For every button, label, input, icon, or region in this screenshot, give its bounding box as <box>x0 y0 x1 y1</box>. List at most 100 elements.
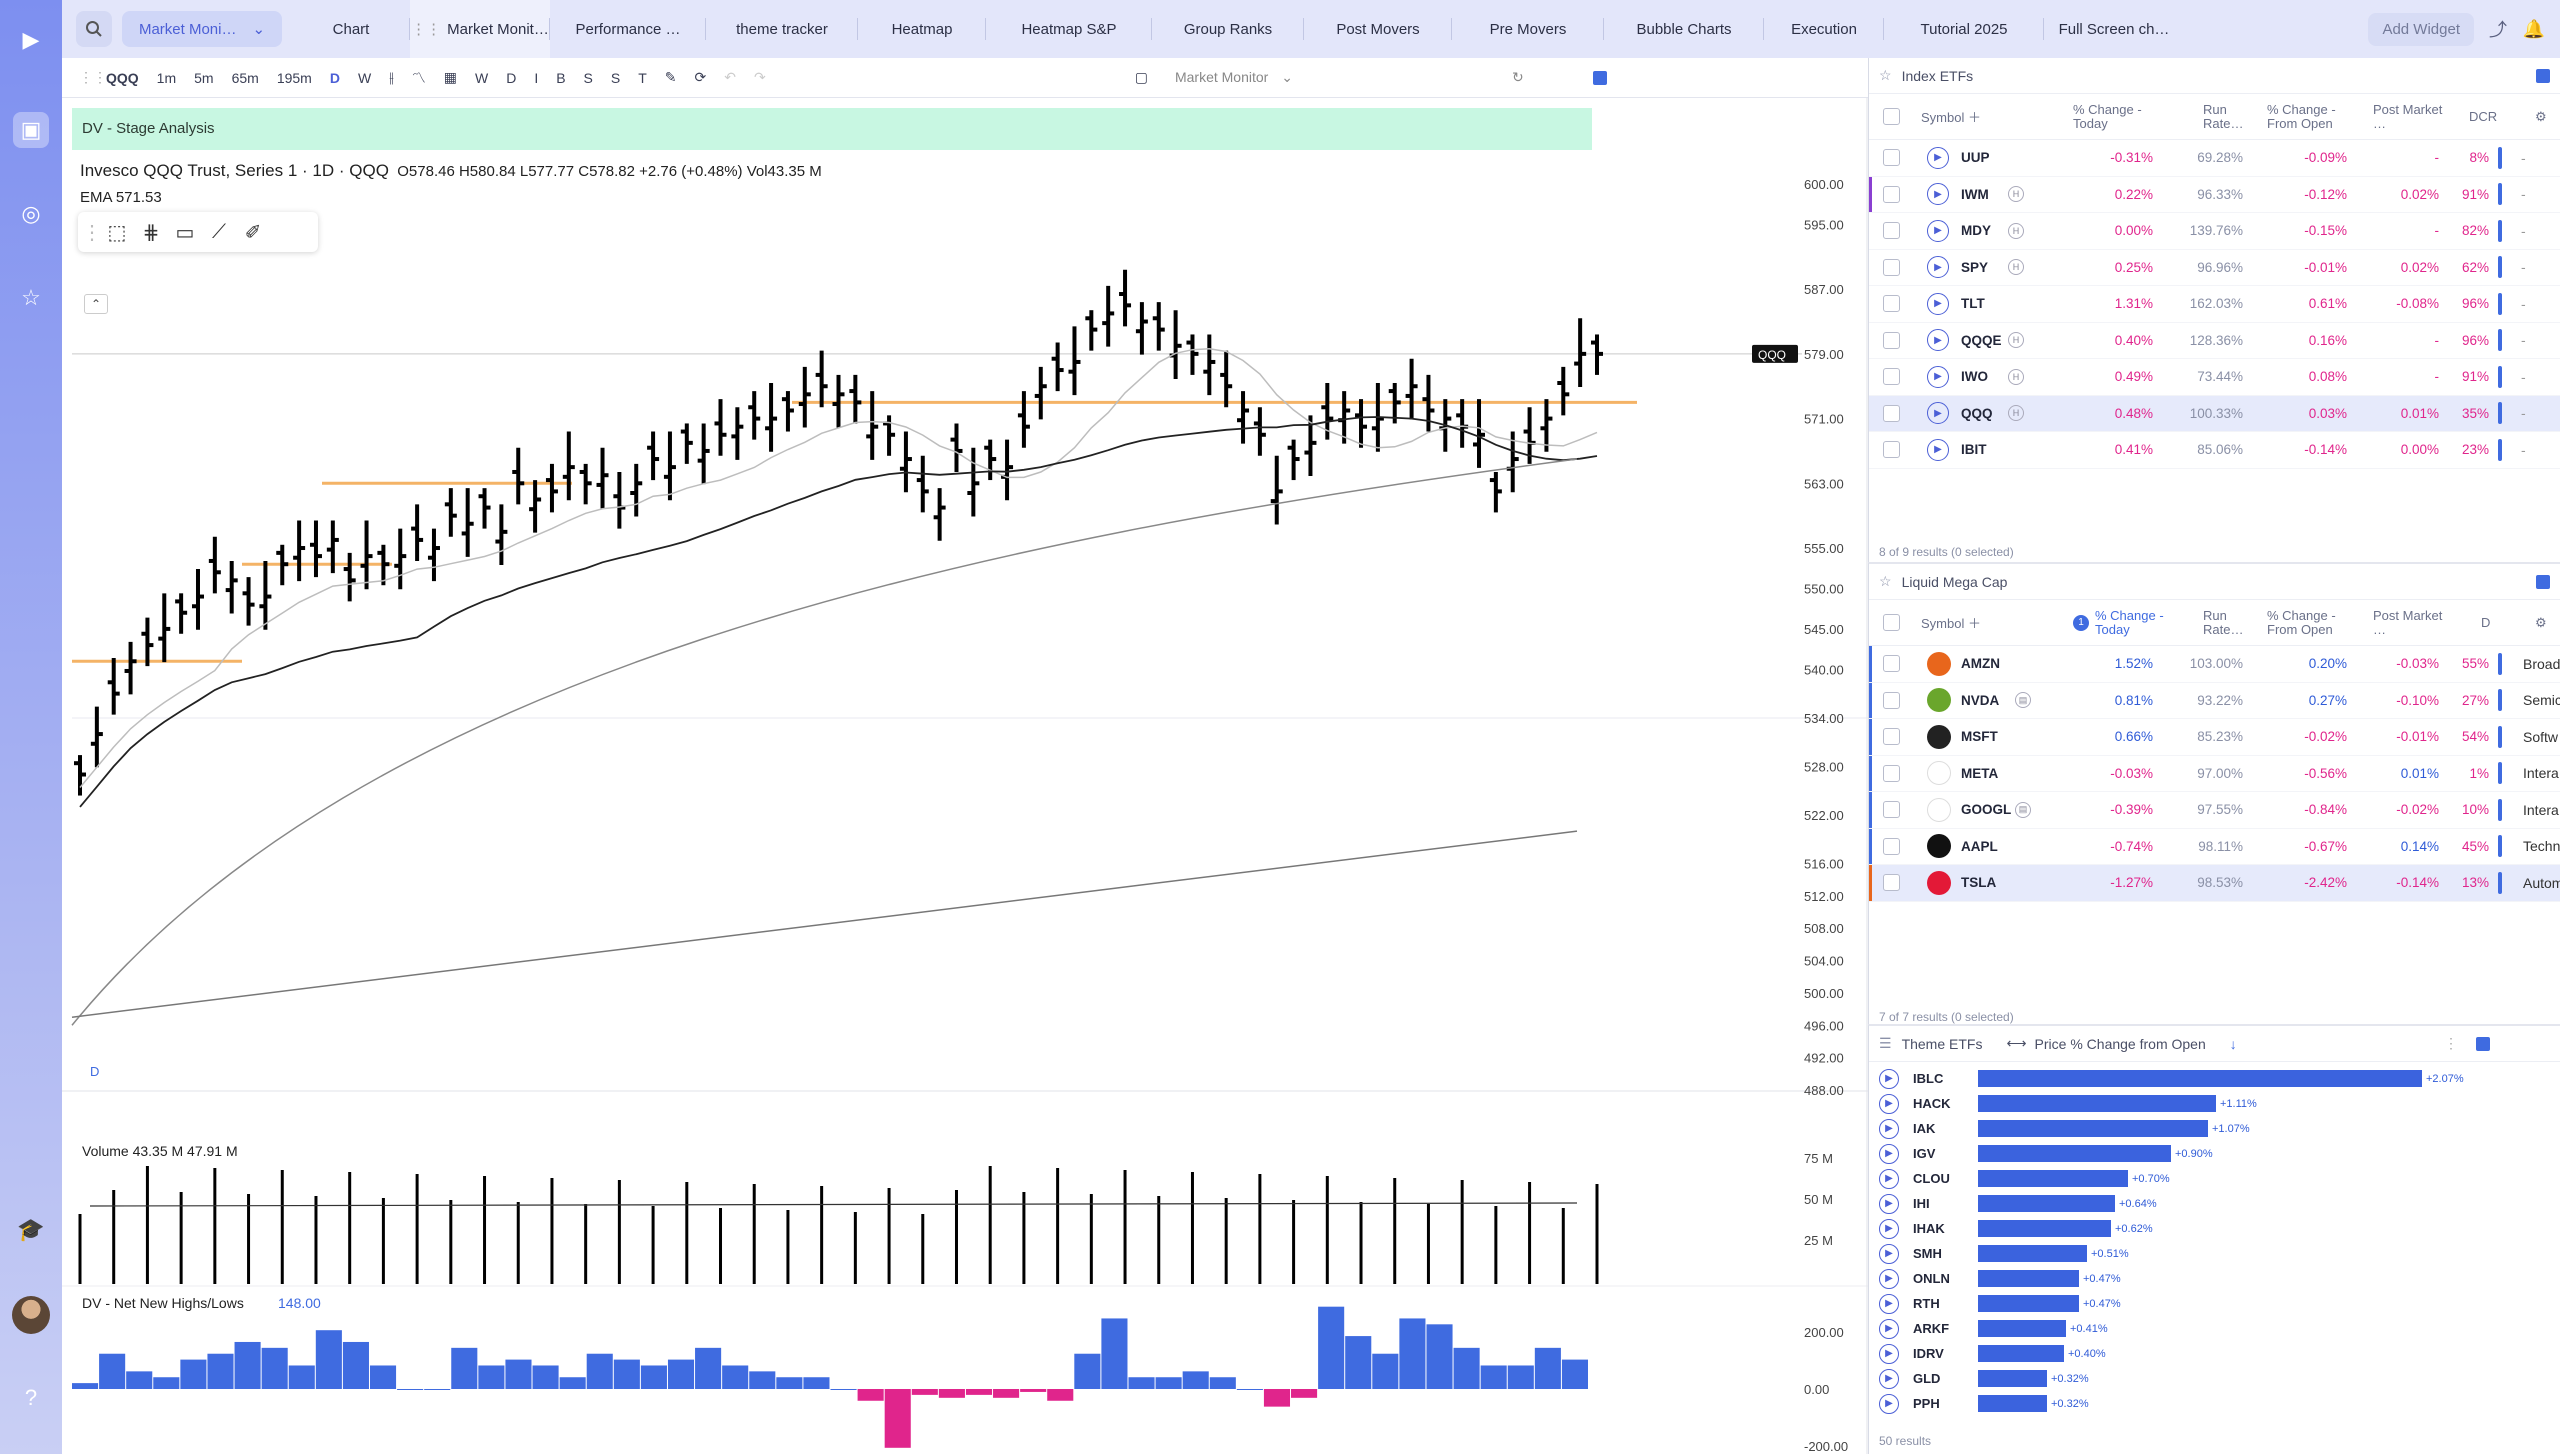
table-row[interactable]: ▶ IWO H 0.49% 73.44% 0.08% - 91% - <box>1869 359 2560 396</box>
theme-row[interactable]: ▶ IGV +0.90% <box>1869 1141 2560 1166</box>
drag-handle-icon[interactable]: ⋮ <box>82 216 102 248</box>
theme-row[interactable]: ▶ ARKF +0.41% <box>1869 1316 2560 1341</box>
play-icon[interactable]: ▶ <box>1879 1068 1899 1089</box>
redo-icon[interactable]: ↷ <box>754 69 766 86</box>
play-icon[interactable]: ▶ <box>1927 329 1949 352</box>
column-change-today[interactable]: % Change - Today <box>2073 102 2153 131</box>
theme-row[interactable]: ▶ SMH +0.51% <box>1869 1241 2560 1266</box>
user-avatar[interactable] <box>12 1296 50 1334</box>
row-checkbox[interactable] <box>1883 837 1900 855</box>
row-checkbox[interactable] <box>1883 874 1900 892</box>
tab-tutorial[interactable]: Tutorial 2025 <box>1884 0 2044 58</box>
timeframe-5m[interactable]: 5m <box>194 70 213 86</box>
holdings-icon[interactable]: H <box>2008 186 2024 203</box>
row-symbol[interactable]: IDRV <box>1913 1346 1944 1361</box>
table-row[interactable]: ▶ MDY H 0.00% 139.76% -0.15% - 82% - <box>1869 213 2560 250</box>
row-symbol[interactable]: AMZN <box>1961 656 2000 671</box>
table-row[interactable]: NVDA ▤ 0.81% 93.22% 0.27% -0.10% 27% Semic <box>1869 682 2560 719</box>
play-icon[interactable]: ▶ <box>1927 292 1949 315</box>
theme-row[interactable]: ▶ HACK +1.11% <box>1869 1091 2560 1116</box>
tab-group-ranks[interactable]: Group Ranks <box>1152 0 1304 58</box>
radar-icon[interactable]: ◎ <box>13 196 49 232</box>
tab-chart[interactable]: Chart <box>292 0 410 58</box>
toolbar-letter-s1[interactable]: S <box>584 70 593 86</box>
table-row[interactable]: META -0.03% 97.00% -0.56% 0.01% 1% Intera <box>1869 755 2560 792</box>
row-checkbox[interactable] <box>1883 368 1900 386</box>
symbol-input[interactable]: QQQ <box>106 70 139 86</box>
drag-handle-icon[interactable]: ⋮⋮ <box>411 20 441 38</box>
table-row[interactable]: ▶ QQQE H 0.40% 128.36% 0.16% - 96% - <box>1869 323 2560 359</box>
price-chart[interactable]: 600.00 595.00 587.00 579.00 571.00 563.00 555.… <box>62 98 1868 1454</box>
column-change-open[interactable]: % Change - From Open <box>2267 102 2357 131</box>
row-checkbox[interactable] <box>1883 764 1900 782</box>
theme-row[interactable]: ▶ IAK +1.07% <box>1869 1116 2560 1141</box>
row-symbol[interactable]: IBIT <box>1961 442 1987 457</box>
column-run-rate[interactable]: Run Rate… <box>2203 102 2251 131</box>
column-run-rate[interactable]: Run Rate… <box>2203 608 2251 637</box>
add-widget-button[interactable]: Add Widget <box>2368 12 2474 46</box>
row-symbol[interactable]: CLOU <box>1913 1171 1950 1186</box>
holdings-icon[interactable]: H <box>2008 332 2024 349</box>
timeframe-1m[interactable]: 1m <box>157 70 176 86</box>
row-symbol[interactable]: GLD <box>1913 1371 1940 1386</box>
play-icon[interactable]: ▶ <box>1927 146 1949 169</box>
column-change-open[interactable]: % Change - From Open <box>2267 608 2357 637</box>
play-icon[interactable]: ▶ <box>1879 1293 1899 1314</box>
timeframe-65m[interactable]: 65m <box>232 70 259 86</box>
play-icon[interactable]: ▶ <box>1879 1343 1899 1364</box>
theme-row[interactable]: ▶ PPH +0.32% <box>1869 1391 2560 1416</box>
row-checkbox[interactable] <box>1883 441 1900 459</box>
theme-row[interactable]: ▶ IDRV +0.40% <box>1869 1341 2560 1366</box>
play-icon[interactable]: ▶ <box>1879 1393 1899 1414</box>
tab-performance[interactable]: Performance … <box>550 0 706 58</box>
holdings-icon[interactable]: H <box>2008 222 2024 239</box>
play-icon[interactable]: ▶ <box>1879 1093 1899 1114</box>
trendline-tool-icon[interactable]: ⟋ <box>202 216 236 248</box>
tab-heatmap[interactable]: Heatmap <box>858 0 986 58</box>
layout-icon[interactable]: ▢ <box>1135 69 1148 86</box>
theme-row[interactable]: ▶ GLD +0.32% <box>1869 1366 2560 1391</box>
refresh-icon[interactable]: ↻ <box>1512 69 1524 86</box>
table-row[interactable]: ▶ IBIT 0.41% 85.06% -0.14% 0.00% 23% - <box>1869 432 2560 469</box>
row-symbol[interactable]: QQQ <box>1961 406 1993 421</box>
row-symbol[interactable]: ONLN <box>1913 1271 1950 1286</box>
tab-bubble-charts[interactable]: Bubble Charts <box>1604 0 1764 58</box>
column-symbol[interactable]: Symbol ＋ <box>1921 613 1981 632</box>
earnings-icon[interactable]: ▤ <box>2015 692 2031 709</box>
table-row[interactable]: ▶ TLT 1.31% 162.03% 0.61% -0.08% 96% - <box>1869 286 2560 323</box>
learn-cap-icon[interactable]: 🎓 <box>13 1212 49 1248</box>
row-symbol[interactable]: IWO <box>1961 369 1988 384</box>
sync-icon[interactable]: ⟳ <box>695 69 707 86</box>
theme-row[interactable]: ▶ IHI +0.64% <box>1869 1191 2560 1216</box>
play-icon[interactable]: ▶ <box>1927 402 1949 425</box>
holdings-icon[interactable]: H <box>2008 405 2024 422</box>
row-symbol[interactable]: META <box>1961 766 1998 781</box>
row-checkbox[interactable] <box>1883 295 1900 313</box>
pencil-icon[interactable]: ✎ <box>665 69 677 86</box>
row-symbol[interactable]: IBLC <box>1913 1071 1943 1086</box>
table-row[interactable]: AAPL -0.74% 98.11% -0.67% 0.14% 45% Techn <box>1869 828 2560 865</box>
row-symbol[interactable]: MSFT <box>1961 729 1998 744</box>
column-post-market[interactable]: Post Market … <box>2373 608 2443 637</box>
row-symbol[interactable]: IHI <box>1913 1196 1930 1211</box>
column-symbol[interactable]: Symbol ＋ <box>1921 107 1981 126</box>
tab-pre-movers[interactable]: Pre Movers <box>1452 0 1604 58</box>
indicators-icon[interactable]: 〽 <box>412 68 426 88</box>
row-symbol[interactable]: GOOGL <box>1961 802 2011 817</box>
row-checkbox[interactable] <box>1883 801 1900 819</box>
row-symbol[interactable]: UUP <box>1961 150 1990 165</box>
row-symbol[interactable]: IGV <box>1913 1146 1935 1161</box>
row-symbol[interactable]: QQQE <box>1961 333 2002 348</box>
toolbar-letter-d[interactable]: D <box>506 70 516 86</box>
row-symbol[interactable]: TLT <box>1961 296 1985 311</box>
row-symbol[interactable]: AAPL <box>1961 839 1998 854</box>
bell-icon[interactable]: 🔔 <box>2516 11 2552 47</box>
search-icon[interactable] <box>76 11 112 47</box>
row-checkbox[interactable] <box>1883 728 1900 746</box>
toolbar-letter-t[interactable]: T <box>638 70 647 86</box>
play-icon[interactable]: ▶ <box>1927 256 1949 279</box>
play-icon[interactable]: ▶ <box>1879 1193 1899 1214</box>
tab-full-screen[interactable]: Full Screen ch… <box>2044 0 2184 58</box>
play-icon[interactable]: ▶ <box>1879 1118 1899 1139</box>
row-symbol[interactable]: NVDA <box>1961 693 1999 708</box>
